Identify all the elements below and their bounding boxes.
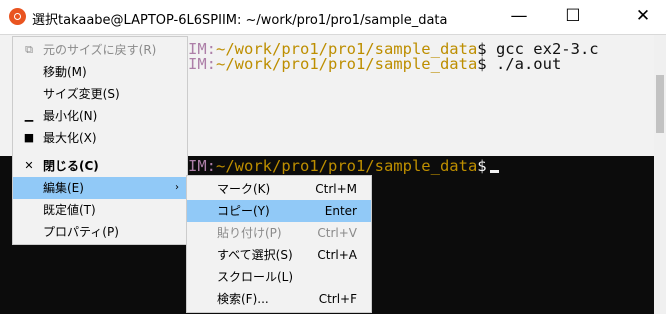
system-menu-item[interactable]: 移動(M) bbox=[13, 61, 187, 83]
maximize-icon: ■ bbox=[23, 131, 35, 144]
window-title: 選択takaabe@LAPTOP-6L6SPIIM: ~/work/pro1/p… bbox=[32, 13, 448, 28]
edit-menu-item[interactable]: コピー(Y) Enter bbox=[187, 200, 371, 222]
system-menu-item[interactable]: プロパティ(P) bbox=[13, 221, 187, 243]
system-menu-item[interactable]: ■ 最大化(X) bbox=[13, 127, 187, 149]
system-menu-item[interactable]: 既定値(T) bbox=[13, 199, 187, 221]
title-bar[interactable]: 選択takaabe@LAPTOP-6L6SPIIM: ~/work/pro1/p… bbox=[0, 0, 666, 35]
system-menu-item[interactable]: 編集(E) › bbox=[13, 177, 187, 199]
edit-menu-item: 貼り付け(P) Ctrl+V bbox=[187, 222, 371, 244]
close-button[interactable]: ✕ bbox=[620, 0, 666, 34]
edit-menu-item[interactable]: スクロール(L) bbox=[187, 266, 371, 288]
shortcut-label: Ctrl+A bbox=[317, 248, 357, 262]
chevron-right-icon: › bbox=[175, 182, 179, 193]
shortcut-label: Ctrl+F bbox=[318, 292, 357, 306]
minimize-icon: ▁ bbox=[24, 109, 34, 122]
system-menu: ⧉ 元のサイズに戻す(R) 移動(M) サイズ変更(S) ▁ 最小化(N) ■ 最大化(X) ✕… bbox=[12, 36, 188, 245]
edit-menu-item-label: マーク(K) bbox=[217, 182, 271, 196]
system-menu-item-label: 閉じる(C) bbox=[43, 159, 99, 173]
system-menu-item-label: 編集(E) bbox=[43, 181, 84, 195]
shortcut-label: Ctrl+M bbox=[315, 182, 357, 196]
maximize-button[interactable]: ☐ bbox=[550, 0, 596, 34]
minimize-button[interactable]: — bbox=[496, 0, 542, 34]
edit-submenu: マーク(K) Ctrl+M コピー(Y) Enter 貼り付け(P) Ctrl+V すべて選… bbox=[186, 175, 372, 313]
scrollbar-thumb[interactable] bbox=[656, 75, 664, 133]
terminal-line: IM:~/work/pro1/pro1/sample_data$ ./a.out bbox=[188, 55, 562, 73]
edit-menu-item-label: 貼り付け(P) bbox=[217, 226, 282, 240]
system-menu-item-label: 元のサイズに戻す(R) bbox=[43, 43, 157, 57]
terminal-prompt-line: IM:~/work/pro1/pro1/sample_data$ bbox=[188, 158, 499, 175]
shortcut-label: Enter bbox=[324, 204, 357, 218]
edit-menu-item-label: コピー(Y) bbox=[217, 204, 270, 218]
edit-menu-item[interactable]: すべて選択(S) Ctrl+A bbox=[187, 244, 371, 266]
close-icon: ✕ bbox=[24, 159, 34, 172]
system-menu-item[interactable]: サイズ変更(S) bbox=[13, 83, 187, 105]
system-menu-item[interactable]: ✕ 閉じる(C) bbox=[13, 155, 187, 177]
restore-icon: ⧉ bbox=[25, 43, 33, 56]
shortcut-label: Ctrl+V bbox=[317, 226, 357, 240]
system-menu-item-label: 最大化(X) bbox=[43, 131, 97, 145]
ubuntu-app-icon[interactable] bbox=[9, 8, 26, 25]
system-menu-item[interactable]: ▁ 最小化(N) bbox=[13, 105, 187, 127]
system-menu-item-label: サイズ変更(S) bbox=[43, 87, 120, 101]
system-menu-item-label: プロパティ(P) bbox=[43, 225, 119, 239]
edit-menu-item-label: すべて選択(S) bbox=[217, 248, 293, 262]
system-menu-item-label: 最小化(N) bbox=[43, 109, 98, 123]
edit-menu-item-label: スクロール(L) bbox=[217, 270, 294, 284]
edit-menu-item-label: 検索(F)... bbox=[217, 292, 269, 306]
system-menu-item-label: 移動(M) bbox=[43, 65, 87, 79]
text-cursor bbox=[489, 170, 499, 173]
system-menu-item: ⧉ 元のサイズに戻す(R) bbox=[13, 39, 187, 61]
edit-menu-item[interactable]: 検索(F)... Ctrl+F bbox=[187, 288, 371, 310]
edit-menu-item[interactable]: マーク(K) Ctrl+M bbox=[187, 178, 371, 200]
system-menu-item-label: 既定値(T) bbox=[43, 203, 96, 217]
